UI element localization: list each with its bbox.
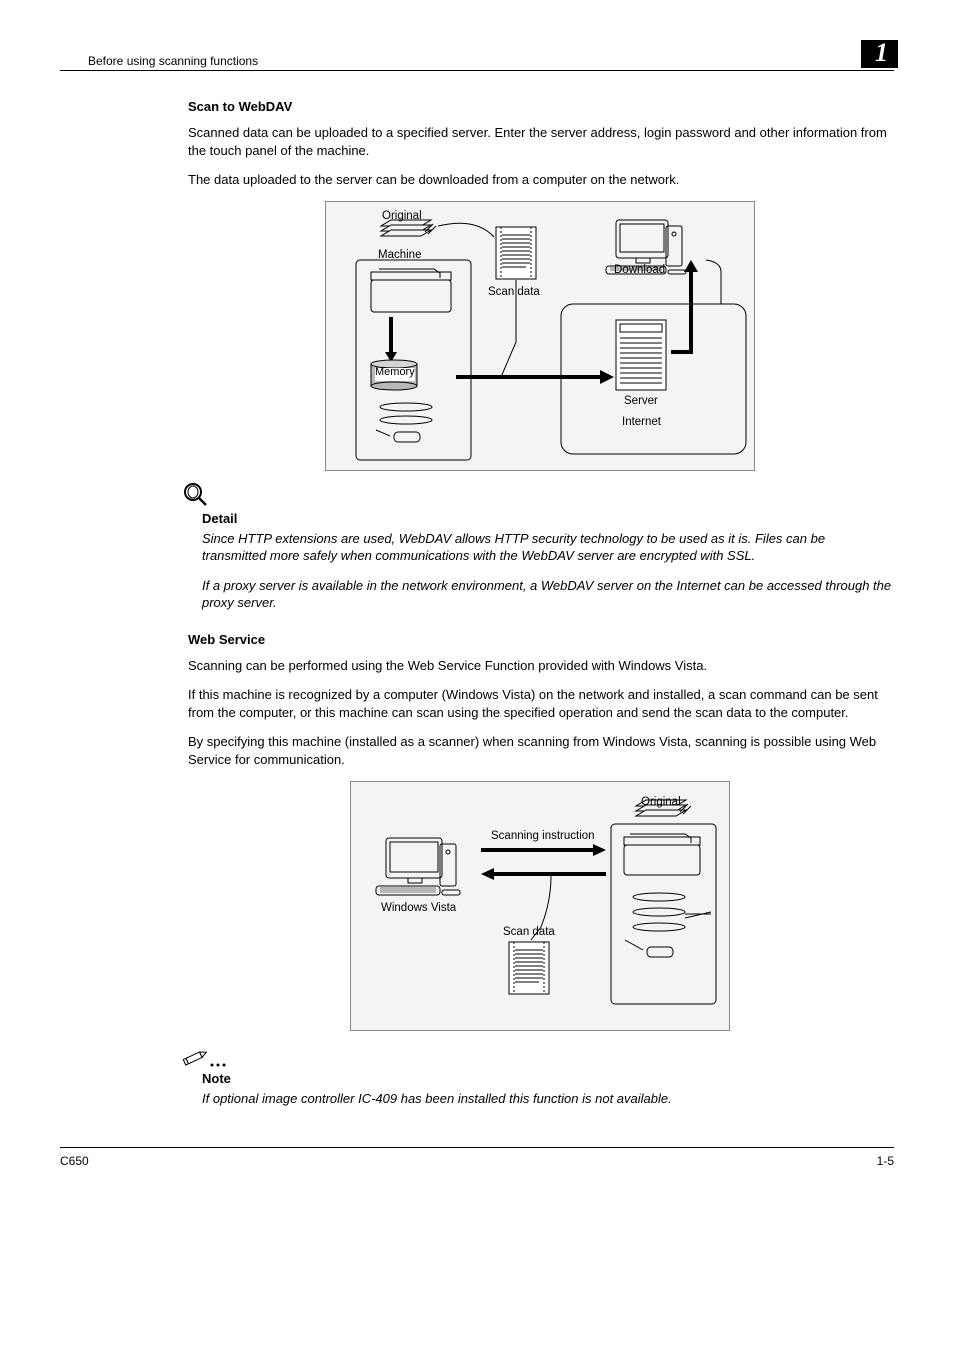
detail-paragraph-2: If a proxy server is available in the ne… [202, 577, 892, 612]
diagram-label-download: Download [614, 264, 665, 276]
webservice-diagram: Original Scanning instruction Windows Vi… [350, 781, 730, 1031]
footer-page-number: 1-5 [877, 1154, 894, 1168]
pencil-icon [182, 1047, 228, 1071]
header-section-title: Before using scanning functions [60, 54, 258, 68]
detail-callout: Detail Since HTTP extensions are used, W… [188, 511, 892, 612]
detail-heading: Detail [202, 511, 892, 526]
diagram-label-internet: Internet [622, 416, 661, 428]
webservice-paragraph-1: Scanning can be performed using the Web … [188, 657, 892, 675]
diagram-label-memory: Memory [375, 366, 415, 378]
webdav-section-title: Scan to WebDAV [188, 99, 892, 114]
detail-paragraph-1: Since HTTP extensions are used, WebDAV a… [202, 530, 892, 565]
diagram-label-original: Original [382, 210, 422, 222]
webservice-section-title: Web Service [188, 632, 892, 647]
page-header: Before using scanning functions 1 [60, 40, 894, 71]
diagram2-label-scandata: Scan data [503, 926, 555, 938]
chapter-number-badge: 1 [861, 40, 898, 68]
note-heading: Note [202, 1071, 892, 1086]
diagram2-label-vista: Windows Vista [381, 902, 456, 914]
webservice-paragraph-3: By specifying this machine (installed as… [188, 733, 892, 768]
magnifier-icon [182, 481, 210, 509]
note-paragraph: If optional image controller IC-409 has … [202, 1090, 892, 1108]
webdav-diagram: Original Machine Memory Scan data Downlo… [325, 201, 755, 471]
note-callout: Note If optional image controller IC-409… [188, 1071, 892, 1108]
page-footer: C650 1-5 [60, 1147, 894, 1168]
webservice-paragraph-2: If this machine is recognized by a compu… [188, 686, 892, 721]
diagram2-label-original: Original [641, 796, 681, 808]
diagram2-label-scaninstr: Scanning instruction [491, 830, 595, 842]
diagram-label-server: Server [624, 395, 658, 407]
footer-model: C650 [60, 1154, 89, 1168]
diagram-label-machine: Machine [378, 249, 421, 261]
webdav-paragraph-2: The data uploaded to the server can be d… [188, 171, 892, 189]
diagram-label-scandata: Scan data [488, 286, 540, 298]
webdav-paragraph-1: Scanned data can be uploaded to a specif… [188, 124, 892, 159]
